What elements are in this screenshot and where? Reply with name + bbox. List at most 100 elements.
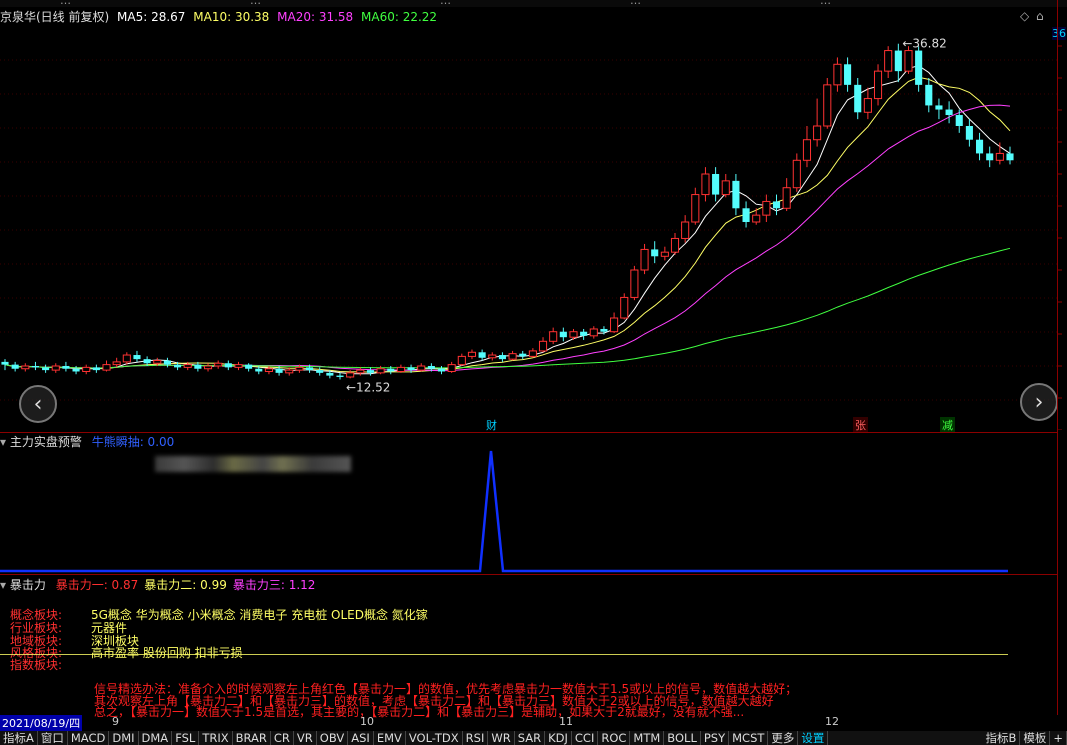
candle [965,119,973,147]
tab-25[interactable]: 设置 [798,731,829,745]
candle [316,367,324,376]
tab-16[interactable]: SAR [515,731,546,745]
tag-cai[interactable]: 财 [484,417,499,433]
candle [478,349,486,361]
warning-signal-line [0,450,1008,573]
tab-21[interactable]: BOLL [664,731,701,745]
tab-9[interactable]: VR [294,731,317,745]
candle [630,265,639,301]
candle [925,78,933,113]
tab-22[interactable]: PSY [701,731,730,745]
tab-right-0[interactable]: 指标B [982,731,1021,745]
top-toolbar-item[interactable]: … [820,0,831,7]
tag-jian[interactable]: 减 [940,417,955,433]
stock-title[interactable]: 京泉华(日线 前复权) [0,10,109,24]
ma60-label: MA60: 22.22 [361,10,438,24]
top-toolbar-item[interactable]: … [630,0,641,7]
ma10-line [4,76,1011,373]
candle [782,178,791,212]
tab-5[interactable]: FSL [172,731,200,745]
tab-11[interactable]: ASI [348,731,374,745]
tab-15[interactable]: WR [488,731,515,745]
candle [580,328,588,340]
candle [457,353,466,366]
candle [640,243,649,275]
candle [681,215,690,243]
candle [133,350,141,362]
candle [935,98,943,120]
tab-1[interactable]: 窗口 [38,731,68,745]
panel3-title: 暴击力 [9,578,46,592]
candle [488,352,497,361]
info-value: 5G概念 华为概念 小米概念 消费电子 充电桩 OLED概念 氮化镓 [91,608,428,622]
tab-right-2[interactable]: + [1050,731,1067,745]
candle [915,46,923,92]
candle [884,46,893,78]
tab-6[interactable]: TRIX [199,731,233,745]
candle [21,363,30,372]
tab-10[interactable]: OBV [317,731,349,745]
tab-14[interactable]: RSI [463,731,489,745]
candle [447,361,456,373]
candle [234,361,243,371]
candle [742,201,750,228]
tab-19[interactable]: ROC [598,731,631,745]
ma5-label: MA5: 28.67 [117,10,186,24]
candle [620,293,629,320]
tab-8[interactable]: CR [271,731,294,745]
ma60-line [4,247,1011,369]
ma10-label: MA10: 30.38 [193,10,270,24]
tab-23[interactable]: MCST [729,731,769,745]
candle [538,337,548,353]
tab-7[interactable]: BRAR [233,731,271,745]
candle [712,167,720,202]
tab-18[interactable]: CCI [572,731,599,745]
settings-icon[interactable]: ⌂ [1036,9,1044,23]
candle [833,57,842,92]
ma20-line [4,104,1011,372]
month-tick: 12 [825,715,839,728]
candle [955,109,963,133]
candle [366,367,375,376]
candle [62,361,70,372]
candle [732,174,740,216]
candle [701,167,710,202]
top-toolbar-item[interactable]: … [250,0,261,7]
next-button[interactable]: › [1020,383,1058,421]
candle [823,78,832,129]
tab-0[interactable]: 指标A [0,731,38,745]
diamond-icon[interactable]: ◇ [1020,9,1029,23]
candle [792,153,801,192]
tab-20[interactable]: MTM [630,731,665,745]
tab-12[interactable]: EMV [374,731,406,745]
tag-zhang[interactable]: 张 [853,417,868,433]
indicator-tab-bar: 指标A 窗口 MACD DMI DMA FSL TRIX BRAR CR VR OBV ASI EMV V… [0,731,1067,745]
candle [844,57,852,92]
tab-24[interactable]: 更多 [768,731,799,745]
candle [854,78,862,120]
tab-17[interactable]: KDJ [545,731,572,745]
tab-right-1[interactable]: 模板 [1020,731,1051,745]
top-toolbar: … … … … … [0,0,1067,7]
tab-2[interactable]: MACD [68,731,110,745]
candle [813,98,822,147]
candle [863,87,872,120]
collapse-icon[interactable]: ▾ [0,578,6,592]
current-date: 2021/08/19/四 [0,715,83,731]
candlestick-chart[interactable]: ←36.82 ←12.52 [0,26,1057,430]
candle [549,327,558,345]
info-value: 高市盈率 股份回购 扣非亏损 [91,646,243,660]
candle [528,348,537,358]
baojili-value-2: 暴击力二: 0.99 [144,578,227,592]
tab-13[interactable]: VOL-TDX [406,731,463,745]
candle [975,132,984,161]
top-toolbar-item[interactable]: … [60,0,71,7]
candle [11,361,19,372]
candle [670,232,680,255]
prev-button[interactable]: ‹ [19,385,57,423]
tab-3[interactable]: DMI [109,731,139,745]
price-axis [1057,45,1062,430]
tab-4[interactable]: DMA [139,731,173,745]
warning-indicator-chart[interactable] [0,447,1057,573]
top-toolbar-item[interactable]: … [440,0,451,7]
